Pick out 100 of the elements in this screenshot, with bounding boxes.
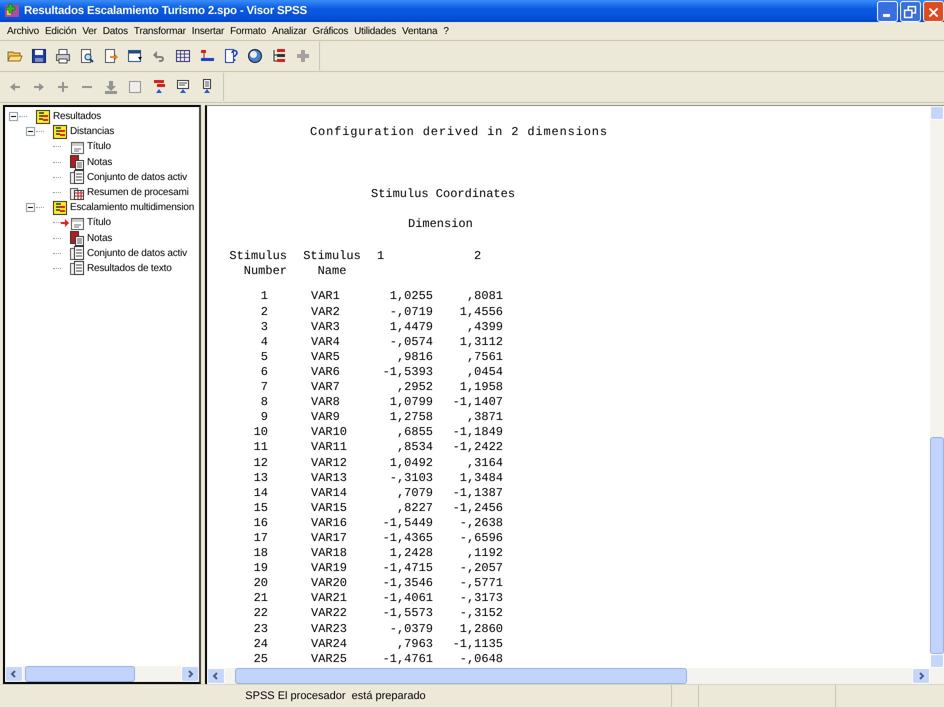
menu-item[interactable]: ?	[440, 26, 452, 36]
minimize-button[interactable]	[877, 0, 898, 22]
table-cell: VAR21	[311, 591, 348, 606]
table-cell: 25	[254, 652, 268, 666]
table-cell: -1,1849	[452, 425, 503, 440]
question-page-icon[interactable]	[222, 48, 238, 64]
horizontal-scrollbar[interactable]	[5, 666, 199, 682]
table-cell: 11	[254, 440, 268, 454]
table-cell: -,0574	[390, 334, 433, 349]
book-icon	[52, 200, 68, 216]
column-header: 1	[377, 249, 384, 264]
table-cell: 1,0492	[390, 456, 433, 470]
notes-icon	[69, 154, 85, 170]
table-cell: 1,0255	[390, 289, 433, 304]
notes-icon	[69, 230, 85, 246]
table-cell: -,3173	[460, 591, 503, 606]
printer-icon[interactable]	[54, 48, 70, 64]
hierarchy-icon[interactable]	[270, 48, 286, 64]
table-cell: VAR15	[311, 500, 348, 515]
menu-item[interactable]: Insertar	[188, 26, 228, 36]
collapse-toggle[interactable]	[26, 127, 35, 136]
vertical-scrollbar[interactable]	[930, 106, 944, 668]
column-header: Stimulus	[229, 249, 287, 264]
table-cell: VAR25	[311, 652, 348, 666]
menu-item[interactable]: Datos	[100, 26, 131, 36]
table-cell: 7	[260, 380, 268, 394]
page-arrow-icon[interactable]	[102, 48, 118, 64]
menu-item[interactable]: Transformar	[130, 26, 189, 36]
menu-item[interactable]: Ver	[79, 26, 100, 36]
menu-item[interactable]: Archivo	[4, 26, 42, 36]
column-header: 2	[474, 249, 482, 264]
table-cell: VAR2	[311, 304, 340, 319]
menu-item[interactable]: Analizar	[268, 26, 310, 36]
table-cell: VAR16	[311, 516, 348, 530]
tree-item[interactable]: Conjunto de datos activ	[87, 248, 187, 259]
table-cell: ,6855	[396, 425, 433, 440]
tree-item[interactable]: Título	[87, 141, 111, 152]
page-magnifier-icon[interactable]	[78, 48, 94, 64]
table-cell: 1,3484	[460, 470, 503, 485]
table-cell: 21	[254, 591, 268, 606]
menu-item[interactable]: Gráficos	[309, 26, 352, 36]
close-button[interactable]	[923, 0, 944, 22]
table-cell: 9	[260, 410, 268, 424]
table-cell: ,1192	[466, 546, 503, 560]
menu-item[interactable]: Formato	[227, 26, 269, 36]
table-cell: -1,1387	[452, 486, 503, 500]
window-icon[interactable]	[126, 48, 142, 64]
menu-item[interactable]: Utilidades	[351, 26, 400, 36]
table-cell: 5	[260, 350, 268, 364]
table-cell: 24	[254, 636, 268, 651]
floppy-icon[interactable]	[30, 48, 46, 64]
table-cell: ,2952	[396, 380, 433, 394]
table-cell: 15	[254, 500, 268, 515]
horizontal-scrollbar[interactable]	[207, 668, 944, 684]
table-cell: VAR24	[311, 636, 348, 651]
collapse-toggle[interactable]	[9, 112, 18, 122]
restore-button[interactable]	[900, 0, 921, 22]
collapse-toggle[interactable]	[26, 203, 35, 212]
tree-item[interactable]: Resultados	[53, 111, 102, 122]
table-cell: 19	[254, 561, 268, 576]
table-cell: VAR22	[311, 606, 348, 620]
circle-icon[interactable]	[246, 48, 262, 64]
table-cell: -1,4061	[382, 591, 433, 606]
table-cell: VAR7	[311, 380, 340, 394]
tree-item[interactable]: Escalamiento multidimension	[70, 202, 194, 214]
page-icon	[69, 260, 85, 276]
table-cell: VAR5	[311, 350, 340, 364]
tree-item[interactable]: Resumen de procesami	[87, 187, 189, 198]
table-cell: VAR8	[311, 395, 340, 410]
tree-item[interactable]: Resultados de texto	[87, 262, 172, 274]
table-cell: -,0719	[390, 304, 433, 319]
menu-item[interactable]: Ventana	[399, 26, 440, 36]
table-cell: 20	[254, 576, 268, 590]
table-cell: -1,5393	[382, 364, 433, 379]
table-cell: 17	[254, 530, 268, 545]
column-group-label: Dimension	[407, 217, 474, 232]
tree-item[interactable]: Notas	[87, 232, 112, 244]
menu-item[interactable]: Edición	[42, 26, 80, 36]
screen-icon[interactable]	[174, 79, 190, 95]
app-icon	[4, 3, 20, 19]
book-icon	[35, 108, 51, 125]
table-cell: -1,5449	[382, 516, 433, 530]
table-cell: ,7963	[396, 636, 433, 651]
table-cell: -1,1407	[452, 395, 503, 410]
page-icon	[69, 169, 85, 186]
tree-item[interactable]: Distancias	[70, 126, 114, 138]
grid-icon[interactable]	[174, 48, 190, 64]
tree-item[interactable]: Conjunto de datos activ	[87, 172, 187, 183]
table-cell: ,0454	[466, 364, 503, 379]
table-cell: 1,3112	[460, 334, 503, 349]
table-cell: 1,4479	[390, 320, 433, 334]
tree-item[interactable]: Título	[87, 217, 111, 228]
table-cell: -1,4715	[382, 561, 433, 576]
tree-item[interactable]: Notas	[87, 156, 112, 168]
table-title: Stimulus Coordinates	[370, 187, 516, 202]
column-header: Stimulus	[303, 249, 361, 264]
bars-icon[interactable]	[198, 48, 214, 64]
table-cell: 23	[254, 622, 268, 636]
page-icon	[69, 245, 85, 262]
output-heading: Configuration derived in 2 dimensions	[309, 125, 609, 140]
